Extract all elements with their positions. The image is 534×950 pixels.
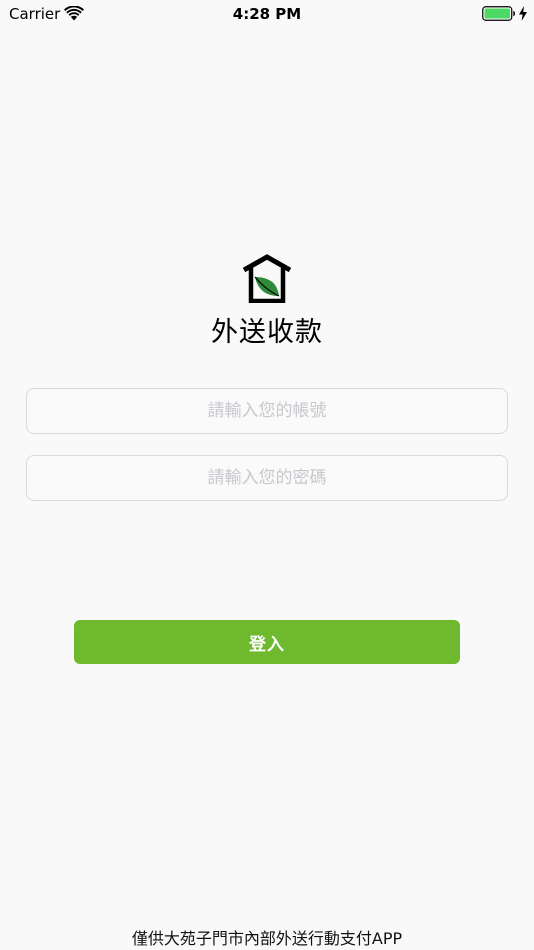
account-input[interactable]: [26, 388, 508, 434]
footer-note: 僅供大苑子門市內部外送行動支付APP: [131, 929, 403, 948]
charging-bolt-icon: [519, 6, 527, 21]
app-title: 外送收款: [211, 317, 323, 348]
status-bar: Carrier 4:28 PM: [0, 0, 534, 28]
login-button[interactable]: 登入: [74, 620, 460, 664]
house-leaf-icon: [242, 254, 292, 303]
battery-icon: [482, 6, 515, 21]
password-input[interactable]: [26, 455, 508, 501]
status-time: 4:28 PM: [232, 5, 302, 23]
